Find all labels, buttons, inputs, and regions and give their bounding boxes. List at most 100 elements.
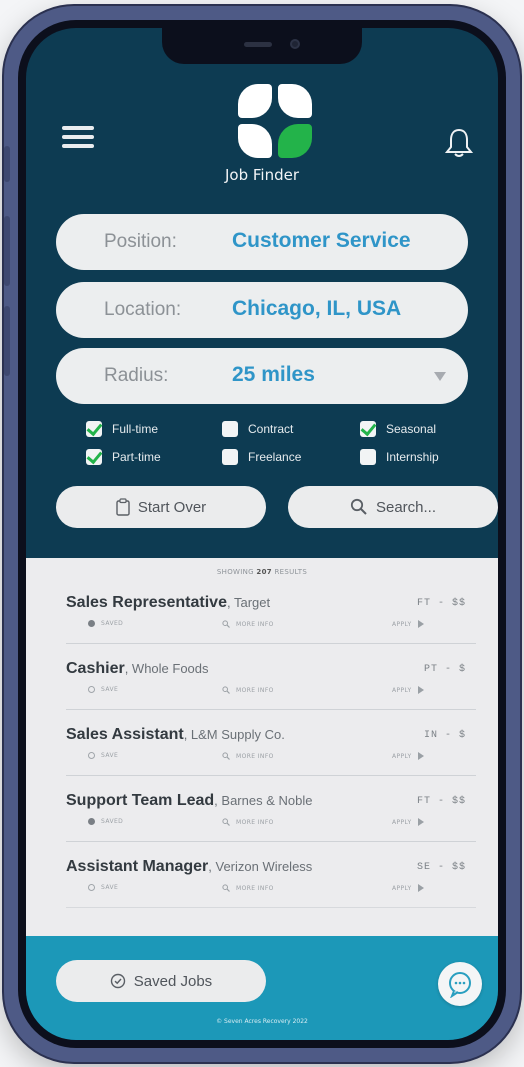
save-job-button[interactable]: SAVE	[88, 884, 118, 891]
result-item[interactable]: Sales Assistant, L&M Supply Co. IN - $ S…	[66, 718, 476, 776]
filter-full-time[interactable]: Full-time	[86, 420, 158, 438]
apply-label: APPLY	[392, 752, 412, 760]
result-item[interactable]: Sales Representative, Target FT - $$ SAV…	[66, 586, 476, 644]
chat-bubble-icon[interactable]	[438, 962, 482, 1006]
checkbox-icon	[222, 421, 238, 437]
bookmark-icon	[88, 884, 95, 891]
filter-contract[interactable]: Contract	[222, 420, 293, 438]
app-logo	[238, 84, 314, 164]
more-info-label: MORE INFO	[236, 818, 274, 826]
apply-button[interactable]: APPLY	[392, 818, 424, 826]
checkbox-icon	[360, 421, 376, 437]
speaker-grille	[244, 42, 272, 47]
checkbox-icon	[222, 449, 238, 465]
result-title[interactable]: Support Team Lead, Barnes & Noble	[66, 792, 312, 810]
more-info-label: MORE INFO	[236, 752, 274, 760]
apply-label: APPLY	[392, 620, 412, 628]
result-title[interactable]: Sales Representative, Target	[66, 594, 270, 612]
checkbox-icon	[86, 449, 102, 465]
result-item[interactable]: Assistant Manager, Verizon Wireless SE -…	[66, 850, 476, 908]
apply-label: APPLY	[392, 686, 412, 694]
play-arrow-icon	[417, 620, 424, 628]
filter-full-time-label: Full-time	[112, 422, 159, 436]
position-label: Position:	[104, 231, 177, 252]
radius-select[interactable]: Radius: 25 miles	[56, 348, 468, 404]
more-info-button[interactable]: MORE INFO	[222, 818, 274, 826]
play-arrow-icon	[417, 884, 424, 892]
save-label: SAVE	[101, 884, 119, 891]
result-actions: SAVED MORE INFO APPLY	[66, 620, 476, 632]
result-item[interactable]: Cashier, Whole Foods PT - $ SAVE MORE IN…	[66, 652, 476, 710]
clipboard-icon	[116, 498, 130, 516]
result-title[interactable]: Cashier, Whole Foods	[66, 660, 209, 678]
checkbox-icon	[86, 421, 102, 437]
save-job-button[interactable]: SAVE	[88, 686, 118, 693]
camera-icon	[290, 39, 300, 49]
search-icon	[222, 752, 230, 760]
apply-label: APPLY	[392, 818, 412, 826]
result-company: , Whole Foods	[124, 661, 209, 676]
search-icon	[222, 818, 230, 826]
result-tag: PT - $	[423, 664, 466, 675]
filter-part-time[interactable]: Part-time	[86, 448, 161, 466]
search-label: Search...	[375, 498, 437, 516]
play-arrow-icon	[417, 752, 424, 760]
result-tag: FT - $$	[416, 598, 466, 609]
bell-icon[interactable]	[442, 126, 476, 160]
apply-button[interactable]: APPLY	[392, 620, 424, 628]
result-company: , L&M Supply Co.	[183, 727, 285, 742]
save-job-button[interactable]: SAVED	[88, 620, 123, 627]
result-title[interactable]: Assistant Manager, Verizon Wireless	[66, 858, 312, 876]
apply-button[interactable]: APPLY	[392, 686, 424, 694]
result-company: , Target	[226, 595, 271, 610]
search-button[interactable]: Search...	[288, 486, 498, 528]
result-tag: FT - $$	[416, 796, 466, 807]
filter-freelance-label: Freelance	[248, 450, 302, 464]
result-title[interactable]: Sales Assistant, L&M Supply Co.	[66, 726, 285, 744]
app-title: Job Finder	[224, 166, 300, 184]
radius-label: Radius:	[104, 365, 169, 386]
result-actions: SAVE MORE INFO APPLY	[66, 686, 476, 698]
search-icon	[222, 620, 230, 628]
save-label: SAVE	[101, 752, 119, 759]
result-actions: SAVED MORE INFO APPLY	[66, 818, 476, 830]
saved-jobs-label: Saved Jobs	[133, 972, 213, 990]
radius-value: 25 miles	[232, 363, 315, 386]
filter-freelance[interactable]: Freelance	[222, 448, 301, 466]
hamburger-menu-icon[interactable]	[62, 126, 94, 150]
more-info-button[interactable]: MORE INFO	[222, 620, 274, 628]
result-actions: SAVE MORE INFO APPLY	[66, 752, 476, 764]
play-arrow-icon	[417, 686, 424, 694]
chevron-down-icon	[434, 372, 446, 381]
result-actions: SAVE MORE INFO APPLY	[66, 884, 476, 896]
location-field[interactable]: Location: Chicago, IL, USA	[56, 282, 468, 338]
phone-volume-down	[4, 306, 10, 376]
bookmark-icon	[88, 752, 95, 759]
more-info-button[interactable]: MORE INFO	[222, 686, 274, 694]
position-field[interactable]: Position: Customer Service	[56, 214, 468, 270]
location-value: Chicago, IL, USA	[232, 297, 402, 320]
result-company: , Barnes & Noble	[214, 793, 313, 808]
more-info-button[interactable]: MORE INFO	[222, 752, 274, 760]
position-value: Customer Service	[232, 229, 411, 252]
footer-bar: Saved Jobs © Seven Acres Recovery 2022	[26, 936, 498, 1040]
result-item[interactable]: Support Team Lead, Barnes & Noble FT - $…	[66, 784, 476, 842]
start-over-button[interactable]: Start Over	[56, 486, 266, 528]
copyright-text: © Seven Acres Recovery 2022	[216, 1018, 308, 1025]
saved-jobs-button[interactable]: Saved Jobs	[56, 960, 266, 1002]
check-circle-icon	[110, 973, 126, 989]
save-job-button[interactable]: SAVED	[88, 818, 123, 825]
apply-button[interactable]: APPLY	[392, 752, 424, 760]
more-info-button[interactable]: MORE INFO	[222, 884, 274, 892]
search-icon	[222, 686, 230, 694]
results-list[interactable]: SHOWING 207 RESULTS Sales Representative…	[26, 558, 498, 936]
apply-button[interactable]: APPLY	[392, 884, 424, 892]
filter-seasonal[interactable]: Seasonal	[360, 420, 436, 438]
search-icon	[350, 498, 368, 516]
filter-internship[interactable]: Internship	[360, 448, 439, 466]
apply-label: APPLY	[392, 884, 412, 892]
result-company: , Verizon Wireless	[208, 859, 313, 874]
phone-mute-switch	[4, 146, 10, 182]
save-label: SAVED	[101, 620, 124, 627]
save-job-button[interactable]: SAVE	[88, 752, 118, 759]
